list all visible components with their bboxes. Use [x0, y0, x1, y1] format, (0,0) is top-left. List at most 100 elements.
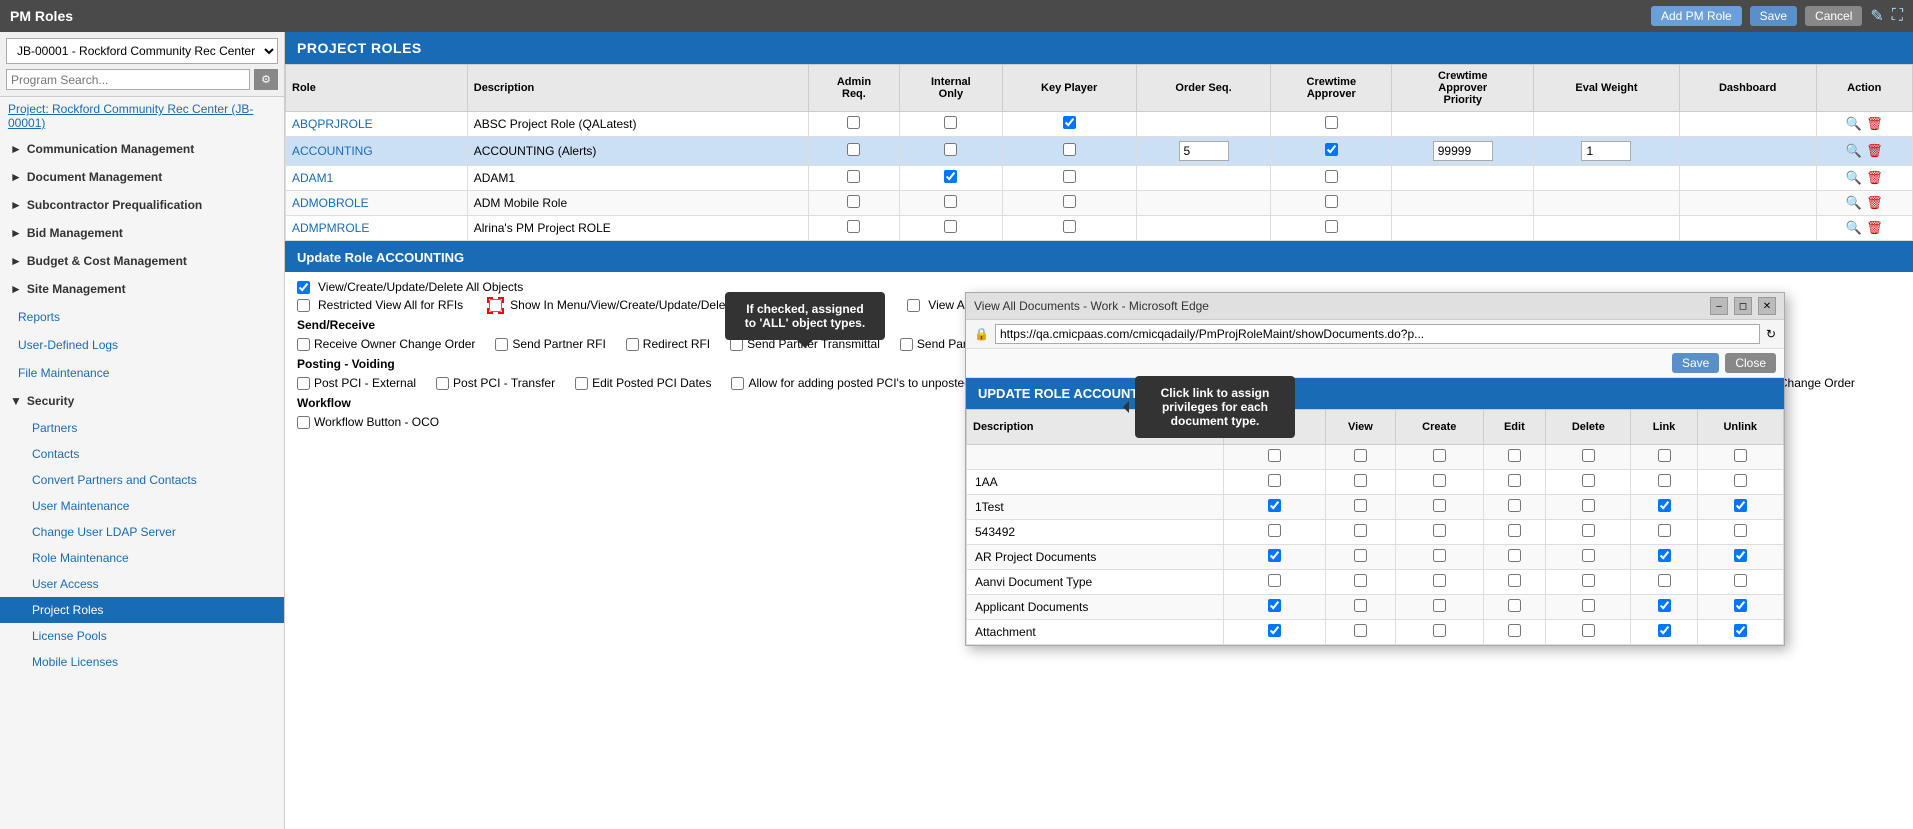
delete-1aa[interactable] — [1582, 474, 1595, 487]
browser-maximize-button[interactable]: ◻ — [1734, 297, 1752, 315]
sidebar-item-bid-management[interactable]: ► Bid Management — [0, 219, 284, 247]
send-partner-rfi-checkbox[interactable] — [495, 338, 508, 351]
key-player-checkbox[interactable] — [1063, 170, 1076, 183]
delete-icon[interactable]: 🗑 — [1866, 195, 1883, 211]
internal-only-checkbox[interactable] — [944, 143, 957, 156]
receive-owner-co-checkbox[interactable] — [297, 338, 310, 351]
sidebar-item-file-maintenance[interactable]: File Maintenance — [0, 359, 284, 387]
browser-save-button[interactable]: Save — [1672, 353, 1719, 373]
show-in-menu-1aa[interactable] — [1268, 474, 1281, 487]
browser-minimize-button[interactable]: – — [1710, 297, 1728, 315]
address-bar-input[interactable] — [995, 324, 1760, 344]
sidebar-sub-contacts[interactable]: Contacts — [0, 441, 284, 467]
crewtime-approver-checkbox[interactable] — [1325, 143, 1338, 156]
sidebar-sub-user-access[interactable]: User Access — [0, 571, 284, 597]
internal-only-checkbox[interactable] — [944, 195, 957, 208]
sidebar-sub-partners[interactable]: Partners — [0, 415, 284, 441]
delete-1test[interactable] — [1582, 499, 1595, 512]
sidebar-item-reports[interactable]: Reports — [0, 303, 284, 331]
cancel-button[interactable]: Cancel — [1805, 6, 1862, 26]
browser-close-action-button[interactable]: Close — [1725, 353, 1776, 373]
crewtime-approver-checkbox[interactable] — [1325, 170, 1338, 183]
link-1test[interactable] — [1658, 499, 1671, 512]
unlink-1test[interactable] — [1734, 499, 1747, 512]
role-name[interactable]: ABQPRJROLE — [286, 112, 468, 137]
internal-only-checkbox[interactable] — [944, 170, 957, 183]
select-all-show-in-menu[interactable] — [1268, 449, 1281, 462]
sidebar-sub-mobile-licenses[interactable]: Mobile Licenses — [0, 649, 284, 675]
redirect-rfi-checkbox[interactable] — [626, 338, 639, 351]
select-all-create[interactable] — [1433, 449, 1446, 462]
order-seq-input[interactable] — [1179, 141, 1229, 161]
search-icon[interactable]: 🔍 — [1846, 170, 1862, 186]
project-select[interactable]: JB-00001 - Rockford Community Rec Center — [6, 38, 278, 64]
key-player-checkbox[interactable] — [1063, 116, 1076, 129]
delete-icon[interactable]: 🗑 — [1866, 143, 1883, 159]
sidebar-item-user-defined-logs[interactable]: User-Defined Logs — [0, 331, 284, 359]
crewtime-approver-checkbox[interactable] — [1325, 195, 1338, 208]
sidebar-sub-license-pools[interactable]: License Pools — [0, 623, 284, 649]
gear-button[interactable]: ⚙ — [254, 69, 278, 90]
add-pm-role-button[interactable]: Add PM Role — [1651, 6, 1742, 26]
select-all-edit[interactable] — [1508, 449, 1521, 462]
save-button[interactable]: Save — [1750, 6, 1797, 26]
send-partner-issue-checkbox[interactable] — [900, 338, 913, 351]
role-name[interactable]: ACCOUNTING — [286, 137, 468, 166]
edit-1test[interactable] — [1508, 499, 1521, 512]
search-icon[interactable]: 🔍 — [1846, 195, 1862, 211]
sidebar-sub-role-maintenance[interactable]: Role Maintenance — [0, 545, 284, 571]
sidebar-item-document-management[interactable]: ► Document Management — [0, 163, 284, 191]
delete-icon[interactable]: 🗑 — [1866, 170, 1883, 186]
restricted-rfi-checkbox[interactable] — [297, 299, 310, 312]
sidebar-item-communication-management[interactable]: ► Communication Management — [0, 135, 284, 163]
show-in-menu-all-checkbox[interactable] — [489, 299, 502, 312]
crewtime-approver-checkbox[interactable] — [1325, 220, 1338, 233]
view-1test[interactable] — [1354, 499, 1367, 512]
admin-req-checkbox[interactable] — [847, 170, 860, 183]
fullscreen-icon[interactable]: ⛶ — [1892, 7, 1903, 25]
refresh-icon[interactable]: ↻ — [1766, 327, 1776, 341]
edit-posted-pci-checkbox[interactable] — [575, 377, 588, 390]
program-search-input[interactable] — [6, 69, 250, 90]
eval-weight-input[interactable] — [1581, 141, 1631, 161]
internal-only-checkbox[interactable] — [944, 116, 957, 129]
workflow-oco-checkbox[interactable] — [297, 416, 310, 429]
select-all-view[interactable] — [1354, 449, 1367, 462]
browser-close-button[interactable]: ✕ — [1758, 297, 1776, 315]
allow-adding-pci-checkbox[interactable] — [731, 377, 744, 390]
role-name[interactable]: ADMPMROLE — [286, 216, 468, 241]
internal-only-checkbox[interactable] — [944, 220, 957, 233]
sidebar-item-security[interactable]: ▼ Security — [0, 387, 284, 415]
view-all-records-checkbox[interactable] — [907, 299, 920, 312]
crewtime-priority-input[interactable] — [1433, 141, 1493, 161]
edit-1aa[interactable] — [1508, 474, 1521, 487]
sidebar-item-site-management[interactable]: ► Site Management — [0, 275, 284, 303]
link-1aa[interactable] — [1658, 474, 1671, 487]
role-name[interactable]: ADMOBROLE — [286, 191, 468, 216]
sidebar-sub-change-user-ldap[interactable]: Change User LDAP Server — [0, 519, 284, 545]
delete-icon[interactable]: 🗑 — [1866, 220, 1883, 236]
view-1aa[interactable] — [1354, 474, 1367, 487]
crewtime-approver-checkbox[interactable] — [1325, 116, 1338, 129]
search-icon[interactable]: 🔍 — [1846, 143, 1862, 159]
key-player-checkbox[interactable] — [1063, 220, 1076, 233]
key-player-checkbox[interactable] — [1063, 195, 1076, 208]
admin-req-checkbox[interactable] — [847, 116, 860, 129]
show-in-menu-543492[interactable] — [1268, 524, 1281, 537]
admin-req-checkbox[interactable] — [847, 143, 860, 156]
search-icon[interactable]: 🔍 — [1846, 220, 1862, 236]
role-name[interactable]: ADAM1 — [286, 166, 468, 191]
key-player-checkbox[interactable] — [1063, 143, 1076, 156]
select-all-link[interactable] — [1658, 449, 1671, 462]
show-in-menu-1test[interactable] — [1268, 499, 1281, 512]
create-1test[interactable] — [1433, 499, 1446, 512]
view-create-checkbox[interactable] — [297, 281, 310, 294]
post-pci-external-checkbox[interactable] — [297, 377, 310, 390]
sidebar-item-subcontractor-prequalification[interactable]: ► Subcontractor Prequalification — [0, 191, 284, 219]
create-1aa[interactable] — [1433, 474, 1446, 487]
post-pci-transfer-checkbox[interactable] — [436, 377, 449, 390]
edit-icon[interactable]: ✎ — [1870, 6, 1883, 26]
select-all-delete[interactable] — [1582, 449, 1595, 462]
admin-req-checkbox[interactable] — [847, 195, 860, 208]
show-in-menu-ar[interactable] — [1268, 549, 1281, 562]
